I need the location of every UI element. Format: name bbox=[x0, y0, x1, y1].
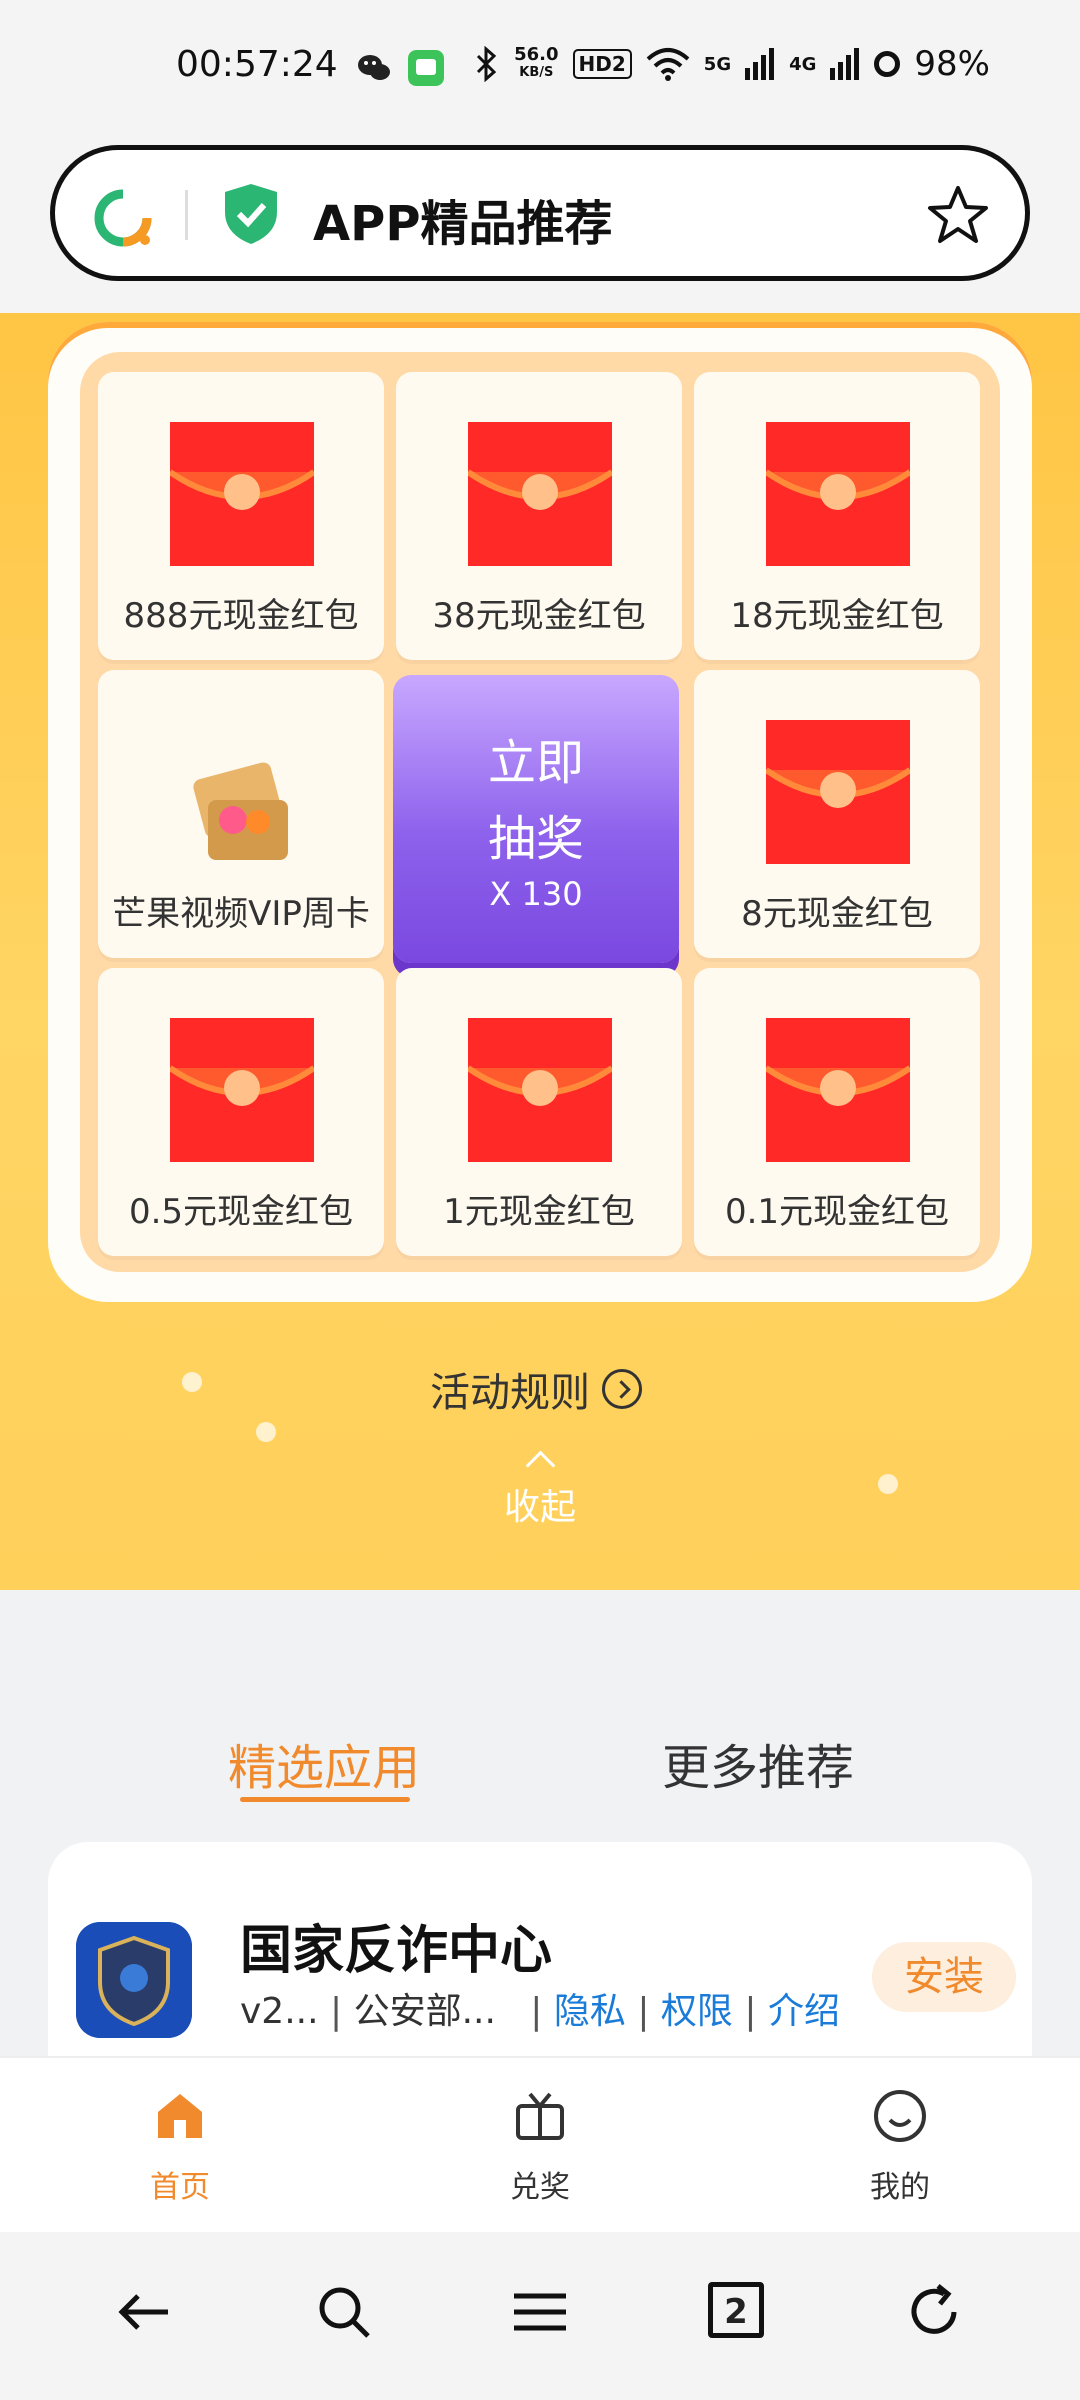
decorative-dot bbox=[878, 1474, 898, 1494]
net-speed: 56.0 KB/S bbox=[514, 44, 559, 81]
status-time: 00:57:24 bbox=[176, 44, 338, 85]
chevron-up-icon bbox=[525, 1450, 555, 1481]
prize-label: 8元现金红包 bbox=[741, 894, 933, 934]
search-icon[interactable] bbox=[314, 2282, 374, 2342]
browser-top-bar: APP精品推荐 bbox=[0, 135, 1080, 315]
tabs-count-button[interactable]: 2 bbox=[708, 2282, 764, 2338]
nav-home[interactable]: 首页 bbox=[120, 2088, 240, 2206]
permissions-link[interactable]: 权限 bbox=[661, 1991, 733, 2032]
tab-featured-apps[interactable]: 精选应用 bbox=[228, 1728, 420, 1798]
nav-redeem[interactable]: 兑奖 bbox=[480, 2088, 600, 2206]
nav-redeem-label: 兑奖 bbox=[510, 2170, 570, 2205]
privacy-link[interactable]: 隐私 bbox=[554, 1991, 626, 2032]
draw-count: X 130 bbox=[489, 875, 583, 913]
app-developer: 公安部... bbox=[353, 1991, 496, 2032]
battery-level: 98% bbox=[914, 44, 990, 84]
wifi-icon bbox=[646, 48, 690, 81]
intro-link[interactable]: 介绍 bbox=[768, 1991, 840, 2032]
decorative-dot bbox=[182, 1372, 202, 1392]
prize-label: 38元现金红包 bbox=[432, 596, 646, 636]
prize-cell: 0.5元现金红包 bbox=[98, 968, 384, 1256]
signal-5g-label: 5G bbox=[703, 53, 732, 75]
bottom-nav: 首页 兑奖 我的 bbox=[0, 2056, 1080, 2234]
page-title: APP精品推荐 bbox=[313, 196, 613, 252]
prize-label: 0.1元现金红包 bbox=[724, 1192, 950, 1232]
app-name: 国家反诈中心 bbox=[240, 1921, 553, 1981]
status-bar: 00:57:24 56.0 KB/S HD2 5G 4G 98% bbox=[0, 0, 1080, 135]
nav-profile-label: 我的 bbox=[870, 2170, 930, 2205]
hd-badge: HD2 bbox=[572, 49, 632, 79]
tab-more-recommendations[interactable]: 更多推荐 bbox=[662, 1728, 854, 1798]
collapse-button[interactable]: 收起 bbox=[480, 1450, 600, 1530]
status-indicators: 56.0 KB/S HD2 5G 4G 98% bbox=[474, 44, 990, 84]
app-version: v2... bbox=[240, 1991, 319, 2032]
activity-rules-link[interactable]: 活动规则 bbox=[430, 1360, 642, 1418]
browser-logo-icon bbox=[94, 189, 152, 247]
bluetooth-icon bbox=[477, 46, 497, 82]
prize-cell: 8元现金红包 bbox=[694, 670, 980, 958]
red-packet-icon bbox=[766, 422, 910, 566]
nav-profile[interactable]: 我的 bbox=[840, 2088, 960, 2206]
red-packet-icon bbox=[468, 1018, 612, 1162]
prize-cell: 888元现金红包 bbox=[98, 372, 384, 660]
shield-icon[interactable] bbox=[223, 182, 279, 246]
anti-fraud-app-icon bbox=[76, 1922, 192, 2038]
url-divider bbox=[185, 190, 188, 240]
prize-label: 888元现金红包 bbox=[123, 596, 359, 636]
prize-cell: 1元现金红包 bbox=[396, 968, 682, 1256]
install-button[interactable]: 安装 bbox=[872, 1942, 1016, 2012]
red-packet-icon bbox=[170, 422, 314, 566]
prize-label: 18元现金红包 bbox=[730, 596, 944, 636]
prize-cell: 芒果视频VIP周卡 bbox=[98, 670, 384, 958]
address-bar[interactable]: APP精品推荐 bbox=[50, 145, 1030, 281]
collapse-label: 收起 bbox=[503, 1487, 576, 1528]
battery-icon bbox=[874, 51, 901, 77]
red-packet-icon bbox=[170, 1018, 314, 1162]
refresh-icon[interactable] bbox=[904, 2282, 964, 2342]
prize-cell: 38元现金红包 bbox=[396, 372, 682, 660]
draw-button-line2: 抽奖 bbox=[487, 811, 584, 867]
prize-cell: 0.1元现金红包 bbox=[694, 968, 980, 1256]
signal-4g-label: 4G bbox=[789, 53, 817, 75]
back-arrow-icon[interactable] bbox=[114, 2282, 174, 2342]
prize-cell: 18元现金红包 bbox=[694, 372, 980, 660]
prize-label: 1元现金红包 bbox=[443, 1192, 635, 1232]
wechat-icon bbox=[358, 55, 390, 80]
message-app-icon bbox=[408, 50, 444, 86]
red-packet-icon bbox=[468, 422, 612, 566]
mango-vip-card-icon bbox=[193, 762, 288, 860]
gift-box-icon bbox=[516, 2092, 564, 2140]
home-icon bbox=[158, 2094, 202, 2138]
signal-bars-icon bbox=[830, 48, 860, 80]
menu-icon[interactable] bbox=[510, 2282, 570, 2342]
red-packet-icon bbox=[766, 1018, 910, 1162]
browser-toolbar: 2 bbox=[0, 2232, 1080, 2400]
prize-label: 0.5元现金红包 bbox=[128, 1192, 354, 1232]
smiley-profile-icon bbox=[874, 2090, 926, 2142]
decorative-dot bbox=[256, 1422, 276, 1442]
red-packet-icon bbox=[766, 720, 910, 864]
draw-button-line1: 立即 bbox=[487, 735, 584, 791]
rules-label: 活动规则 bbox=[430, 1370, 590, 1416]
prize-label: 芒果视频VIP周卡 bbox=[112, 894, 370, 934]
draw-button[interactable]: 立即 抽奖 X 130 bbox=[393, 675, 679, 963]
app-meta: v2... | 公安部... | 隐私 | 权限 | 介绍 bbox=[240, 1991, 840, 2032]
app-list-item[interactable]: 国家反诈中心 v2... | 公安部... | 隐私 | 权限 | 介绍 安装 bbox=[48, 1842, 1032, 2062]
active-tab-indicator bbox=[240, 1797, 410, 1802]
chevron-right-circle-icon bbox=[602, 1369, 642, 1409]
nav-home-label: 首页 bbox=[150, 2170, 210, 2205]
signal-bars-icon bbox=[745, 48, 775, 80]
star-icon[interactable] bbox=[927, 184, 989, 246]
